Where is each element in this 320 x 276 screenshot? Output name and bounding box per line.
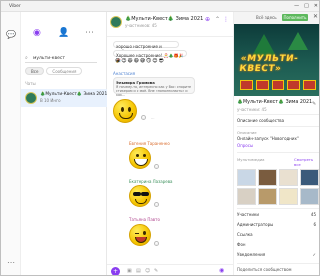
close-button[interactable]: ✕ [314, 1, 318, 12]
message-time: … [151, 116, 155, 120]
message-bubble[interactable]: Хорошее настроение! 🎅🎄🎁🎉🎉 [113, 50, 187, 63]
title-bar: Viber — □ ✕ [1, 1, 319, 12]
cover-title: «МУЛЬТИ-КВЕСТ» [238, 54, 299, 74]
group-members-count: участники: 45 [237, 107, 267, 112]
settings-key: Ссылка [237, 232, 253, 237]
description-text: Онлайн-запуск "Новогодних" [237, 136, 299, 141]
viber-window: Viber — □ ✕ 💬 ⋯ ◉ 👤 ⋯ ⌕ мульти-квест Все… [0, 0, 320, 276]
description-label: Описание [237, 130, 257, 135]
reaction-icon[interactable]: ♡ [141, 115, 146, 120]
media-thumb[interactable] [258, 169, 277, 186]
maximize-button[interactable]: □ [304, 1, 309, 12]
conversation: 🎄Мульти-Квест🎄 Зима 2021 участников: 45 … [107, 12, 233, 275]
voice-message-icon[interactable]: ◉ [219, 267, 224, 274]
tab-all[interactable]: Все [25, 67, 45, 75]
info-panel: Всё здесь Пополнить ✕ «МУЛЬТИ-КВЕСТ» 🎄Му… [233, 12, 319, 275]
close-panel-icon[interactable]: ✕ [313, 13, 318, 20]
message-composer: + ▣ ▤ ☺ ✎ ◉ [107, 264, 233, 275]
gif-icon[interactable]: ▤ [136, 268, 141, 274]
quote-text: Я почему-то, интересно как у Вас: спорит… [116, 85, 192, 97]
tree-decoration [252, 34, 276, 56]
settings-row[interactable]: Администраторы 6 [237, 222, 319, 227]
tab-messages[interactable]: Сообщения [46, 67, 83, 75]
search-input[interactable]: ⌕ мульти-квест [25, 54, 97, 63]
conversation-header: 🎄Мульти-Квест🎄 Зима 2021 участников: 45 … [107, 12, 233, 37]
emoji-row: 😀😉😃😄😅🙃😊😎 [115, 58, 165, 64]
sticker-smile[interactable] [113, 99, 137, 123]
reaction-icon[interactable]: ♡ [154, 164, 159, 169]
reaction-icon[interactable]: ♡ [154, 202, 159, 207]
info-panel-top: Всё здесь Пополнить ✕ [234, 12, 319, 24]
message-bubble[interactable]: хорошо настроение и выбрала отдых! [113, 41, 179, 54]
top-up-button[interactable]: Пополнить [282, 14, 308, 21]
chat-name: 🎄Мульти-Квест🎄 Зима 2021 [40, 92, 108, 97]
media-thumb[interactable] [237, 188, 256, 205]
media-label: Мультимедиа [237, 157, 265, 162]
view-all-media-link[interactable]: Смотреть все [294, 157, 319, 167]
settings-key: Участники [237, 212, 260, 217]
group-name: 🎄Мульти-Квест🎄 Зима 2021 [237, 100, 313, 105]
settings-row[interactable]: Участники 45 [237, 212, 319, 217]
search-icon: ⌕ [25, 55, 28, 61]
avatar [25, 92, 37, 104]
settings-value: 6 [313, 222, 316, 227]
sticker-icon[interactable]: ☺ [145, 268, 150, 274]
sender-name[interactable]: Татьяна Павто [129, 217, 160, 222]
edit-icon[interactable]: ✎ [312, 101, 316, 107]
chat-icon[interactable]: 💬 [6, 30, 16, 40]
settings-row[interactable]: Фон [237, 242, 319, 247]
chats-icon[interactable]: ◉ [33, 28, 41, 38]
notifications-toggle[interactable]: ✓ [313, 252, 316, 257]
chat-subtitle: В 10 Инго [40, 98, 61, 103]
tree-decoration [288, 32, 308, 50]
media-thumb[interactable] [237, 169, 256, 186]
add-member-icon[interactable]: ⊕ [205, 16, 210, 23]
reaction-icon[interactable]: ♡ [154, 241, 159, 246]
sticker-cool[interactable] [129, 185, 151, 207]
gift-decoration [240, 80, 316, 90]
media-thumb[interactable] [300, 169, 319, 186]
quoted-message[interactable]: Эльмира Громова Я почему-то, интересно к… [113, 77, 195, 97]
media-thumb[interactable] [300, 188, 319, 205]
sticker-wink[interactable] [129, 224, 151, 246]
polls-link[interactable]: Опросы [237, 143, 253, 148]
community-description-row[interactable]: Описание сообщества [237, 118, 284, 123]
window-title: Viber [9, 4, 21, 9]
media-thumb[interactable] [279, 169, 298, 186]
conversation-subtitle: участников: 45 [125, 23, 157, 28]
share-community-row[interactable]: Поделиться сообществом [237, 267, 292, 272]
contacts-icon[interactable]: 👤 [58, 28, 69, 38]
left-rail: 💬 ⋯ [1, 12, 21, 275]
media-thumb[interactable] [279, 188, 298, 205]
sticker-grin[interactable] [129, 147, 151, 169]
camera-icon[interactable]: ▣ [127, 268, 132, 274]
sender-name[interactable]: Евгения Тараненко [129, 141, 170, 146]
media-thumbnails [237, 169, 319, 205]
doodle-icon[interactable]: ✎ [154, 268, 158, 274]
chat-list-tabs: Все Сообщения [25, 67, 105, 75]
settings-key: Уведомления [237, 252, 266, 257]
group-cover-image[interactable]: «МУЛЬТИ-КВЕСТ» [234, 24, 319, 96]
settings-value: 45 [310, 212, 316, 217]
media-thumb[interactable] [258, 188, 277, 205]
settings-row[interactable]: Ссылка [237, 232, 319, 237]
info-icon[interactable]: ⋮ [223, 16, 229, 23]
group-avatar[interactable] [110, 16, 122, 28]
conversation-title[interactable]: 🎄Мульти-Квест🎄 Зима 2021 [125, 16, 203, 22]
search-value: мульти-квест [33, 56, 65, 61]
settings-key: Фон [237, 242, 246, 247]
more-icon[interactable]: ⋯ [6, 258, 16, 268]
section-label: Чаты [25, 81, 36, 86]
share-icon[interactable]: ⌃ [215, 16, 220, 23]
sender-name[interactable]: Анастасия [113, 71, 135, 76]
add-attachment-button[interactable]: + [111, 267, 120, 275]
minimize-button[interactable]: — [294, 1, 299, 12]
chat-list-item[interactable]: 🎄Мульти-Квест🎄 Зима 2021 В 10 Инго [21, 89, 107, 107]
settings-key: Администраторы [237, 222, 274, 227]
more-options-icon[interactable]: ⋯ [85, 28, 94, 38]
settings-row[interactable]: Уведомления ✓ [237, 252, 319, 257]
sender-name[interactable]: Екатерина Лазарева [129, 179, 173, 184]
balance-label: Всё здесь [256, 15, 277, 20]
chat-list: ◉ 👤 ⋯ ⌕ мульти-квест Все Сообщения Чаты … [21, 12, 107, 275]
